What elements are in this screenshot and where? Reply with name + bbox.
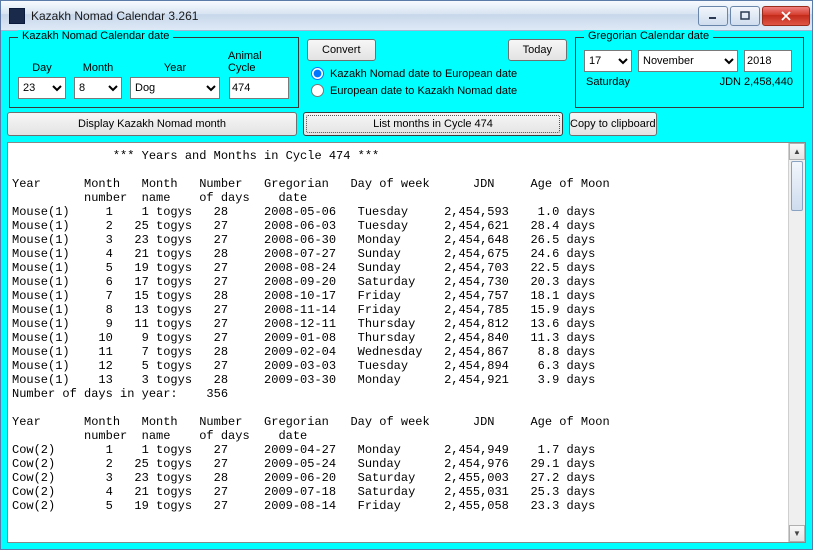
radio-eu-to-kn-text: European date to Kazakh Nomad date (330, 85, 517, 97)
app-window: Kazakh Nomad Calendar 3.261 Kazakh Nomad… (0, 0, 813, 550)
cycle-col: Animal Cycle (228, 50, 290, 99)
convert-today-row: Convert Today (307, 39, 567, 61)
minimize-button[interactable] (698, 6, 728, 26)
greg-jdn: JDN 2,458,440 (720, 76, 793, 88)
close-button[interactable] (762, 6, 810, 26)
greg-row2: Saturday JDN 2,458,440 (584, 76, 795, 88)
top-row: Kazakh Nomad Calendar date Day 23 Month … (7, 37, 806, 108)
scroll-up-arrow-icon[interactable]: ▲ (789, 143, 805, 160)
radio-eu-to-kn-label[interactable]: European date to Kazakh Nomad date (311, 84, 567, 97)
mid-panel: Convert Today Kazakh Nomad date to Europ… (307, 37, 567, 108)
year-animal-select[interactable]: Dog (130, 77, 220, 99)
list-months-button[interactable]: List months in Cycle 474 (303, 112, 563, 136)
app-icon (9, 8, 25, 24)
gregorian-legend: Gregorian Calendar date (584, 30, 713, 42)
greg-month-select[interactable]: November (638, 50, 738, 72)
radio-kn-to-eu-text: Kazakh Nomad date to European date (330, 68, 517, 80)
cycle-input[interactable] (229, 77, 289, 99)
minimize-icon (708, 11, 718, 21)
day-col: Day 23 (18, 62, 66, 99)
kazakh-date-group: Kazakh Nomad Calendar date Day 23 Month … (9, 37, 299, 108)
month-col: Month 8 (74, 62, 122, 99)
close-icon (780, 11, 792, 21)
gregorian-date-group: Gregorian Calendar date 17 November Satu… (575, 37, 804, 108)
radio-kn-to-eu[interactable] (311, 67, 324, 80)
day-select[interactable]: 23 (18, 77, 66, 99)
scroll-down-arrow-icon[interactable]: ▼ (789, 525, 805, 542)
maximize-icon (740, 11, 750, 21)
month-select[interactable]: 8 (74, 77, 122, 99)
convert-button[interactable]: Convert (307, 39, 376, 61)
window-title: Kazakh Nomad Calendar 3.261 (31, 9, 696, 23)
output-panel: *** Years and Months in Cycle 474 *** Ye… (7, 142, 806, 543)
today-button[interactable]: Today (508, 39, 567, 61)
cycle-label: Animal Cycle (228, 50, 290, 74)
month-label: Month (83, 62, 114, 74)
copy-clipboard-button[interactable]: Copy to clipboard (569, 112, 657, 136)
year-label: Year (164, 62, 186, 74)
year-col: Year Dog (130, 62, 220, 99)
output-text: *** Years and Months in Cycle 474 *** Ye… (8, 143, 788, 542)
kazakh-legend: Kazakh Nomad Calendar date (18, 30, 173, 42)
greg-day-select[interactable]: 17 (584, 50, 632, 72)
greg-year-input[interactable] (744, 50, 792, 72)
greg-dayofweek: Saturday (586, 76, 630, 88)
client-area: Kazakh Nomad Calendar date Day 23 Month … (1, 31, 812, 549)
titlebar: Kazakh Nomad Calendar 3.261 (1, 1, 812, 31)
radio-kn-to-eu-label[interactable]: Kazakh Nomad date to European date (311, 67, 567, 80)
day-label: Day (32, 62, 52, 74)
output-scrollbar[interactable]: ▲ ▼ (788, 143, 805, 542)
radio-eu-to-kn[interactable] (311, 84, 324, 97)
direction-radios: Kazakh Nomad date to European date Europ… (307, 65, 567, 97)
display-month-button[interactable]: Display Kazakh Nomad month (7, 112, 297, 136)
maximize-button[interactable] (730, 6, 760, 26)
scroll-thumb[interactable] (791, 161, 803, 211)
action-buttons-row: Display Kazakh Nomad month List months i… (7, 112, 806, 136)
greg-row1: 17 November (584, 50, 795, 72)
